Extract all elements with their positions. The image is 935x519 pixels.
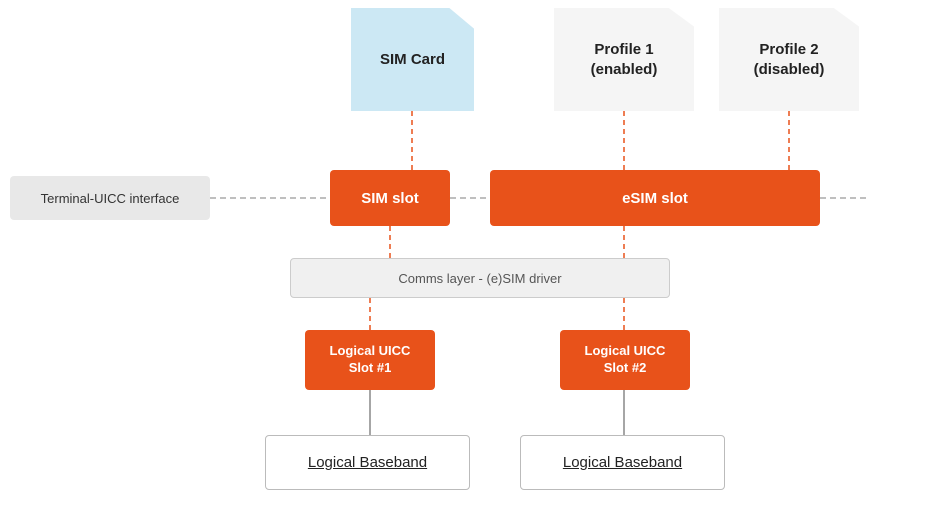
baseband2-label: Logical Baseband	[563, 454, 682, 471]
logical-slot1-label: Logical UICCSlot #1	[330, 343, 411, 377]
sim-slot-box: SIM slot	[330, 170, 450, 226]
logical-uicc-slot1-box: Logical UICCSlot #1	[305, 330, 435, 390]
comms-layer-box: Comms layer - (e)SIM driver	[290, 258, 670, 298]
baseband1-label: Logical Baseband	[308, 454, 427, 471]
terminal-uicc-label-box: Terminal-UICC interface	[10, 176, 210, 220]
esim-slot-box: eSIM slot	[490, 170, 820, 226]
profile1-label: Profile 1(enabled)	[591, 40, 658, 79]
logical-uicc-slot2-box: Logical UICCSlot #2	[560, 330, 690, 390]
logical-slot2-label: Logical UICCSlot #2	[585, 343, 666, 377]
sim-card-label: SIM Card	[380, 50, 445, 70]
sim-card-box: SIM Card	[351, 8, 474, 111]
sim-slot-label: SIM slot	[361, 190, 419, 207]
esim-slot-label: eSIM slot	[622, 190, 688, 207]
baseband2-box: Logical Baseband	[520, 435, 725, 490]
profile2-box: Profile 2(disabled)	[719, 8, 859, 111]
diagram-container: SIM Card Profile 1(enabled) Profile 2(di…	[0, 0, 935, 519]
baseband1-box: Logical Baseband	[265, 435, 470, 490]
profile1-box: Profile 1(enabled)	[554, 8, 694, 111]
terminal-uicc-label: Terminal-UICC interface	[41, 191, 180, 206]
comms-layer-label: Comms layer - (e)SIM driver	[398, 271, 561, 286]
profile2-label: Profile 2(disabled)	[754, 40, 825, 79]
